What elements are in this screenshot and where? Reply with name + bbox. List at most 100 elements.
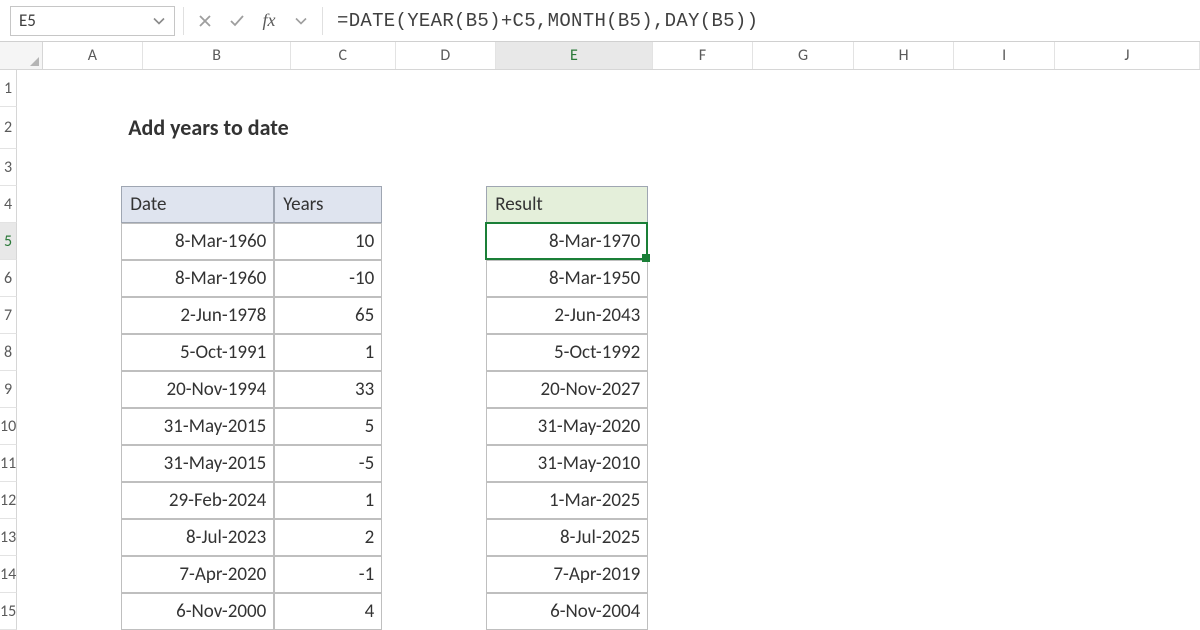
cell-H2[interactable] <box>856 107 960 149</box>
cell-D6[interactable] <box>382 260 486 297</box>
cell-F12[interactable] <box>648 482 752 519</box>
cell-F15[interactable] <box>648 593 752 630</box>
cells-area[interactable]: Add years to date DateYearsResult 8-Mar-… <box>17 70 1200 630</box>
cell-G3[interactable] <box>752 149 856 186</box>
col-header-B[interactable]: B <box>143 42 291 69</box>
cell-B3[interactable] <box>121 149 274 186</box>
cell-F11[interactable] <box>648 445 752 482</box>
cell-I8[interactable] <box>960 334 1064 371</box>
cell-J8[interactable] <box>1064 334 1200 371</box>
cell-D13[interactable] <box>382 519 486 556</box>
cell-G14[interactable] <box>752 556 856 593</box>
cell-result-7[interactable]: 2-Jun-2043 <box>486 297 648 334</box>
cell-D4[interactable] <box>382 186 486 223</box>
cell-J13[interactable] <box>1064 519 1200 556</box>
row-header-12[interactable]: 12 <box>0 482 17 519</box>
cell-D12[interactable] <box>382 482 486 519</box>
cell-H7[interactable] <box>856 297 960 334</box>
cell-A6[interactable] <box>17 260 121 297</box>
cell-B1[interactable] <box>121 70 274 107</box>
row-header-10[interactable]: 10 <box>0 408 17 445</box>
cell-A9[interactable] <box>17 371 121 408</box>
cell-years-8[interactable]: 1 <box>274 334 382 371</box>
table-header-date[interactable]: Date <box>121 186 274 223</box>
cell-G6[interactable] <box>752 260 856 297</box>
select-all-corner[interactable] <box>0 42 43 69</box>
cell-A11[interactable] <box>17 445 121 482</box>
row-header-8[interactable]: 8 <box>0 334 17 371</box>
cell-D8[interactable] <box>382 334 486 371</box>
cell-F8[interactable] <box>648 334 752 371</box>
cell-A10[interactable] <box>17 408 121 445</box>
cell-F3[interactable] <box>648 149 752 186</box>
cell-D1[interactable] <box>382 70 486 107</box>
cell-date-6[interactable]: 8-Mar-1960 <box>121 260 274 297</box>
fx-icon[interactable]: fx <box>258 10 280 32</box>
cell-G9[interactable] <box>752 371 856 408</box>
cell-date-14[interactable]: 7-Apr-2020 <box>121 556 274 593</box>
col-header-C[interactable]: C <box>291 42 395 69</box>
table-header-years[interactable]: Years <box>274 186 382 223</box>
row-header-5[interactable]: 5 <box>0 223 17 260</box>
cell-J1[interactable] <box>1064 70 1200 107</box>
cell-H12[interactable] <box>856 482 960 519</box>
col-header-H[interactable]: H <box>854 42 955 69</box>
cell-A12[interactable] <box>17 482 121 519</box>
cell-D2[interactable] <box>382 107 486 149</box>
chevron-down-icon[interactable] <box>150 12 168 30</box>
cell-F13[interactable] <box>648 519 752 556</box>
col-header-I[interactable]: I <box>954 42 1055 69</box>
cell-H11[interactable] <box>856 445 960 482</box>
cell-A5[interactable] <box>17 223 121 260</box>
cell-I2[interactable] <box>960 107 1064 149</box>
cell-D15[interactable] <box>382 593 486 630</box>
cell-years-10[interactable]: 5 <box>274 408 382 445</box>
cell-years-5[interactable]: 10 <box>274 223 382 260</box>
cell-J2[interactable] <box>1064 107 1200 149</box>
cell-J15[interactable] <box>1064 593 1200 630</box>
cell-F1[interactable] <box>648 70 752 107</box>
cell-D9[interactable] <box>382 371 486 408</box>
cell-G10[interactable] <box>752 408 856 445</box>
cell-A4[interactable] <box>17 186 121 223</box>
cell-I5[interactable] <box>960 223 1064 260</box>
cell-J11[interactable] <box>1064 445 1200 482</box>
cell-F5[interactable] <box>648 223 752 260</box>
page-title[interactable]: Add years to date <box>121 107 274 149</box>
cell-D11[interactable] <box>382 445 486 482</box>
cell-result-10[interactable]: 31-May-2020 <box>486 408 648 445</box>
cell-J12[interactable] <box>1064 482 1200 519</box>
cell-G8[interactable] <box>752 334 856 371</box>
cell-G13[interactable] <box>752 519 856 556</box>
cell-F14[interactable] <box>648 556 752 593</box>
cancel-icon[interactable] <box>194 10 216 32</box>
cell-I9[interactable] <box>960 371 1064 408</box>
cell-H10[interactable] <box>856 408 960 445</box>
cell-J5[interactable] <box>1064 223 1200 260</box>
cell-I14[interactable] <box>960 556 1064 593</box>
cell-I10[interactable] <box>960 408 1064 445</box>
cell-A2[interactable] <box>17 107 121 149</box>
cell-J3[interactable] <box>1064 149 1200 186</box>
cell-years-9[interactable]: 33 <box>274 371 382 408</box>
cell-I11[interactable] <box>960 445 1064 482</box>
row-header-14[interactable]: 14 <box>0 556 17 593</box>
cell-H13[interactable] <box>856 519 960 556</box>
cell-I12[interactable] <box>960 482 1064 519</box>
cell-H9[interactable] <box>856 371 960 408</box>
cell-D10[interactable] <box>382 408 486 445</box>
cell-E1[interactable] <box>486 70 648 107</box>
cell-result-8[interactable]: 5-Oct-1992 <box>486 334 648 371</box>
cell-date-13[interactable]: 8-Jul-2023 <box>121 519 274 556</box>
cell-H8[interactable] <box>856 334 960 371</box>
cell-F7[interactable] <box>648 297 752 334</box>
cell-result-6[interactable]: 8-Mar-1950 <box>486 260 648 297</box>
col-header-D[interactable]: D <box>396 42 497 69</box>
cell-D14[interactable] <box>382 556 486 593</box>
cell-I15[interactable] <box>960 593 1064 630</box>
cell-result-13[interactable]: 8-Jul-2025 <box>486 519 648 556</box>
cell-result-14[interactable]: 7-Apr-2019 <box>486 556 648 593</box>
col-header-G[interactable]: G <box>753 42 854 69</box>
cell-years-13[interactable]: 2 <box>274 519 382 556</box>
cell-G12[interactable] <box>752 482 856 519</box>
